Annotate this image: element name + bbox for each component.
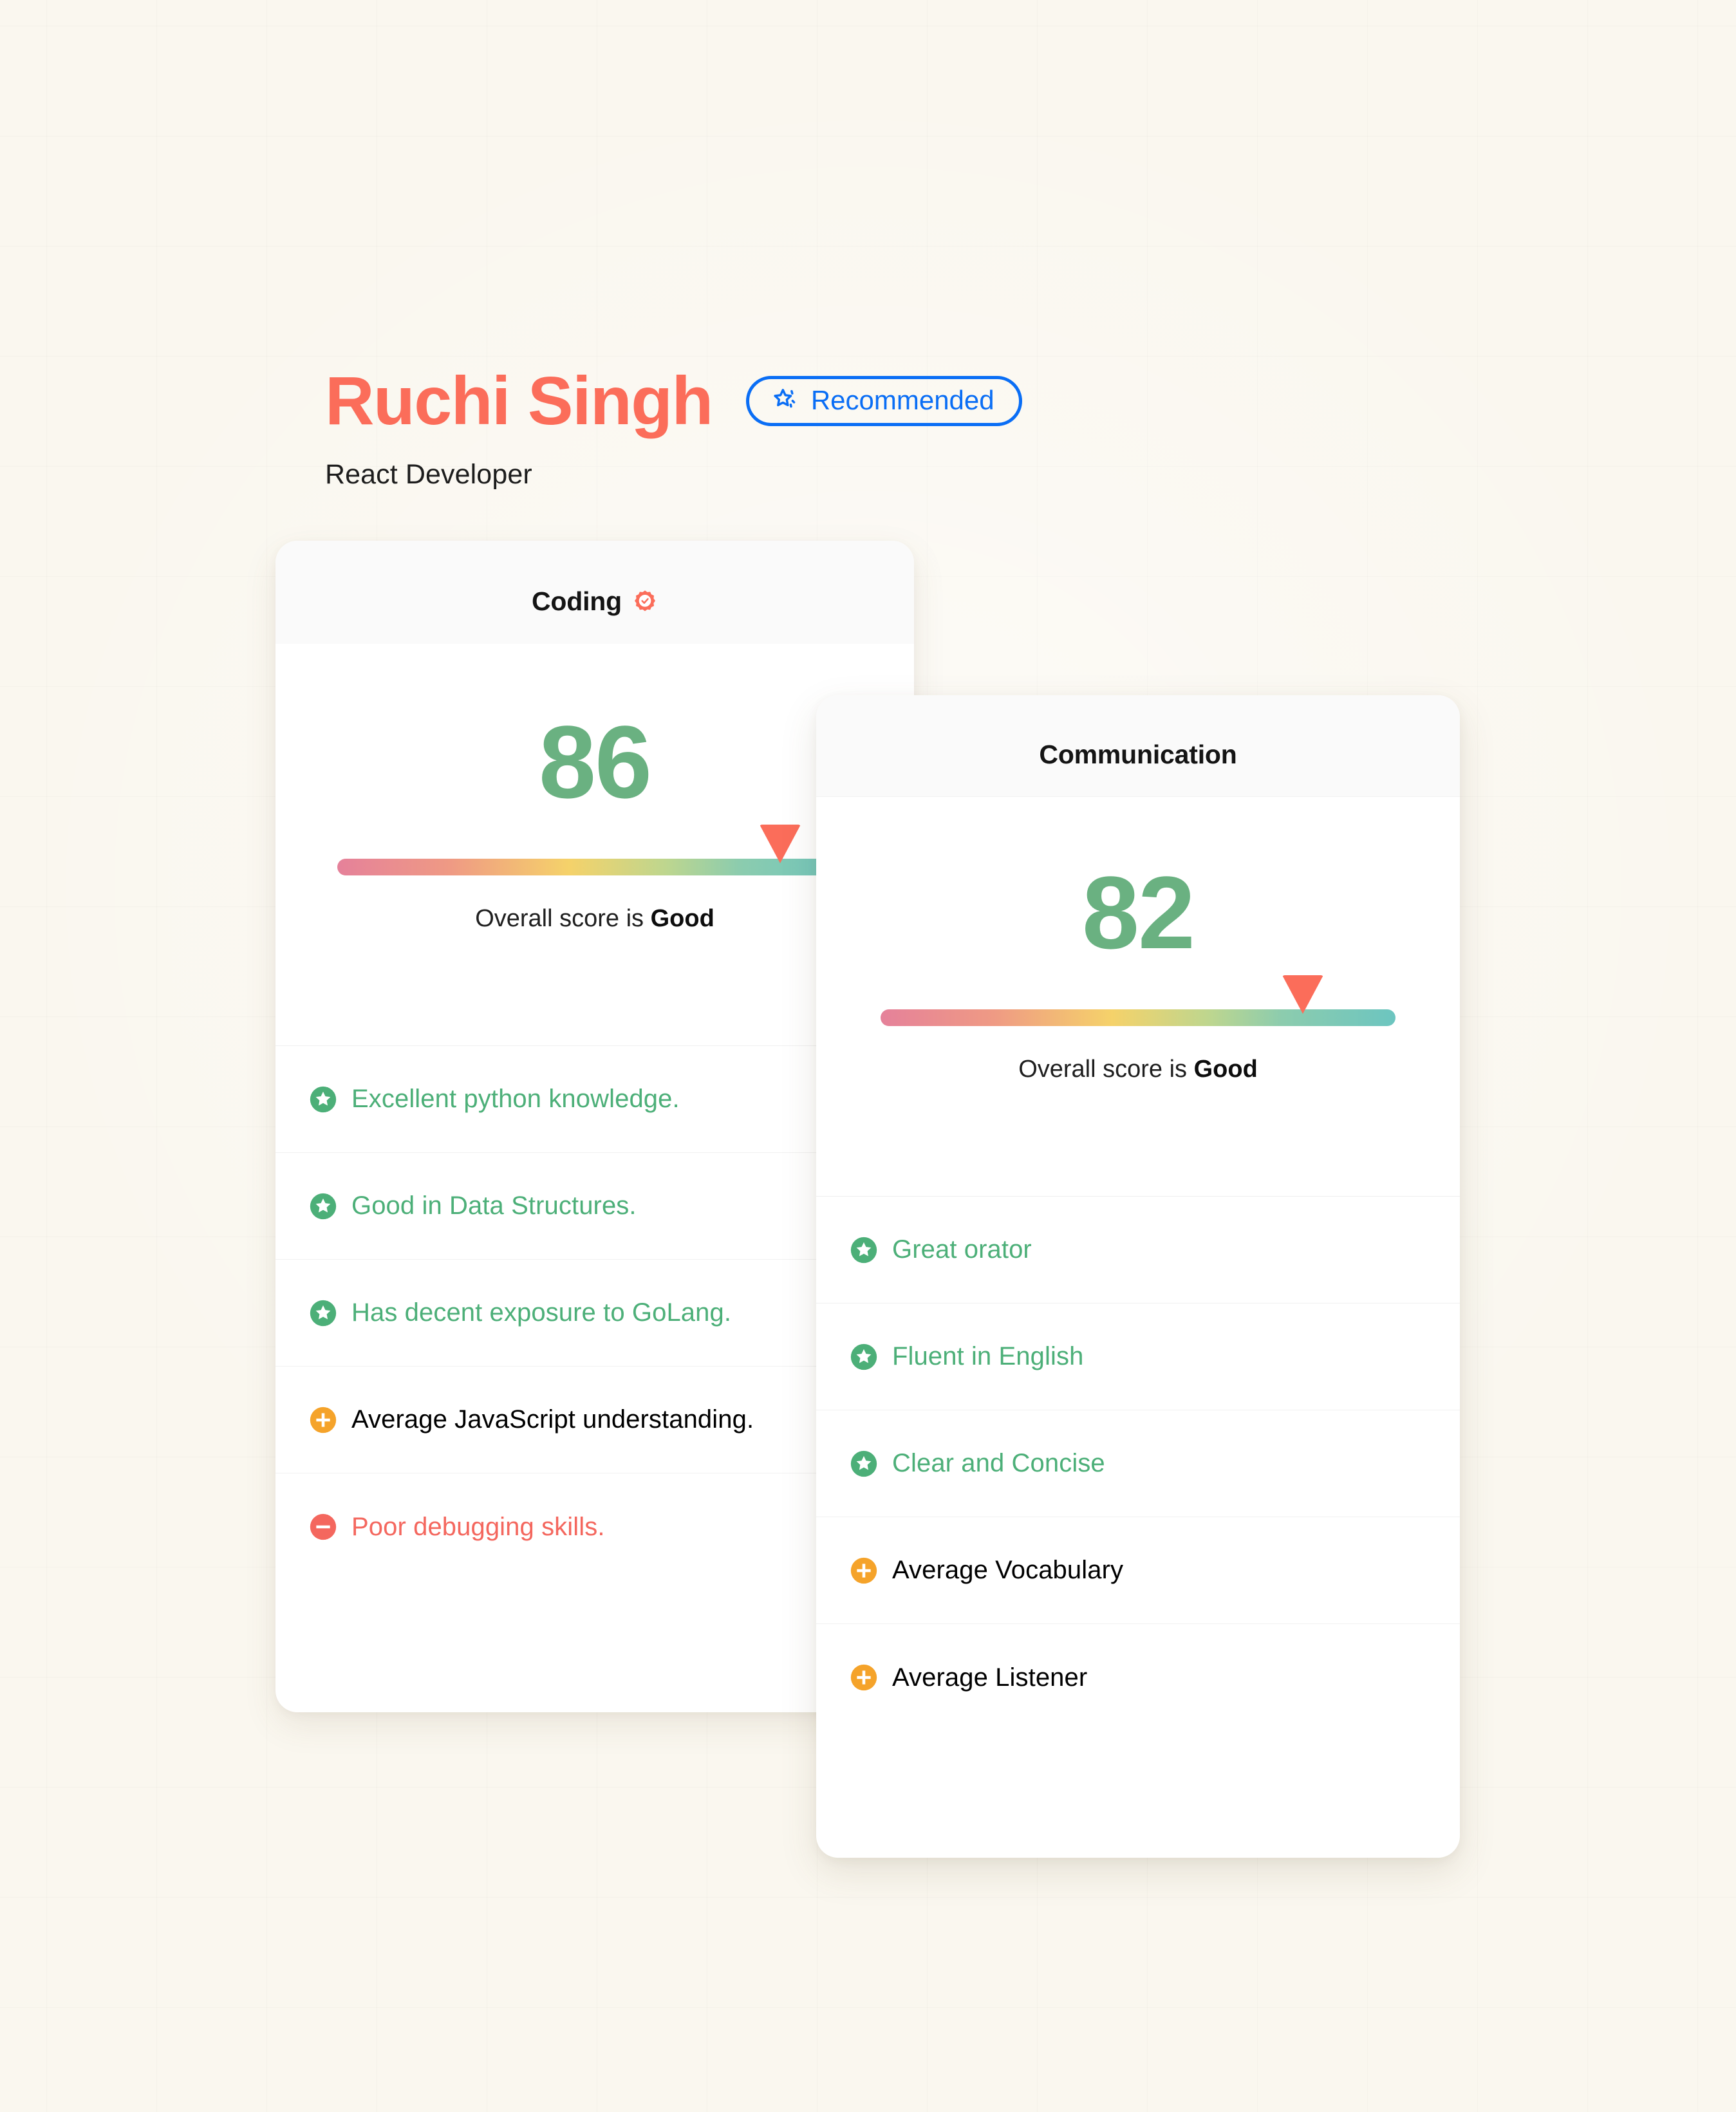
feedback-item-label: Great orator: [892, 1235, 1032, 1264]
feedback-item-label: Clear and Concise: [892, 1449, 1105, 1477]
feedback-item-label: Average JavaScript understanding.: [351, 1405, 754, 1434]
score-caption-prefix: Overall score is: [1018, 1056, 1188, 1083]
card-title-coding: Coding: [532, 586, 622, 616]
score-card-communication: Communication 82 Overall score is Good G…: [816, 695, 1460, 1858]
card-header-coding: Coding: [275, 541, 914, 644]
feedback-item: Fluent in English: [816, 1304, 1460, 1410]
report-stage: Ruchi Singh Recommended React Developer …: [0, 0, 1736, 2112]
plus-circle-icon: [309, 1406, 337, 1434]
recommended-label: Recommended: [810, 385, 994, 415]
star-circle-icon: [309, 1085, 337, 1114]
score-caption-communication: Overall score is Good: [816, 1056, 1460, 1083]
star-circle-icon: [850, 1450, 878, 1478]
feedback-item-label: Excellent python knowledge.: [351, 1085, 680, 1113]
feedback-list-communication: Great orator Fluent in English Clear and C…: [816, 1196, 1460, 1731]
card-title-row: Communication: [1039, 742, 1237, 768]
minus-circle-icon: [309, 1513, 337, 1541]
plus-circle-icon: [850, 1556, 878, 1585]
star-circle-icon: [309, 1299, 337, 1327]
card-title-communication: Communication: [1039, 740, 1237, 769]
feedback-item-label: Good in Data Structures.: [351, 1192, 637, 1220]
feedback-item-label: Average Listener: [892, 1663, 1088, 1692]
score-value-communication: 82: [1082, 855, 1195, 970]
feedback-item: Great orator: [816, 1197, 1460, 1304]
gauge-marker-icon: [760, 825, 801, 863]
star-circle-icon: [309, 1192, 337, 1220]
score-caption-prefix: Overall score is: [475, 905, 644, 932]
feedback-item-label: Fluent in English: [892, 1342, 1084, 1370]
gauge-marker-icon: [1282, 975, 1323, 1014]
name-row: Ruchi Singh Recommended: [325, 364, 1226, 438]
feedback-item-label: Has decent exposure to GoLang.: [351, 1298, 732, 1327]
feedback-item-label: Poor debugging skills.: [351, 1512, 605, 1541]
feedback-item: Clear and Concise: [816, 1410, 1460, 1517]
page-title: Ruchi Singh: [325, 363, 713, 439]
candidate-header: Ruchi Singh Recommended React Developer: [325, 364, 1226, 491]
recommended-badge[interactable]: Recommended: [745, 376, 1022, 426]
plus-circle-icon: [850, 1663, 878, 1692]
card-header-communication: Communication: [816, 695, 1460, 797]
feedback-item-label: Average Vocabulary: [892, 1556, 1124, 1584]
score-gauge-coding: [337, 825, 852, 875]
star-circle-icon: [850, 1343, 878, 1371]
star-sparkle-icon: [771, 386, 799, 415]
score-caption-rating: Good: [1193, 1056, 1258, 1083]
star-circle-icon: [850, 1236, 878, 1264]
candidate-role: React Developer: [325, 459, 532, 490]
feedback-item: Average Listener: [816, 1624, 1460, 1731]
verified-badge-icon: [632, 589, 658, 615]
score-caption-rating: Good: [650, 905, 714, 932]
score-gauge-communication: [881, 975, 1395, 1026]
feedback-item: Average Vocabulary: [816, 1517, 1460, 1624]
score-area-communication: 82 Overall score is Good: [816, 797, 1460, 1196]
card-title-row: Coding: [532, 588, 658, 615]
